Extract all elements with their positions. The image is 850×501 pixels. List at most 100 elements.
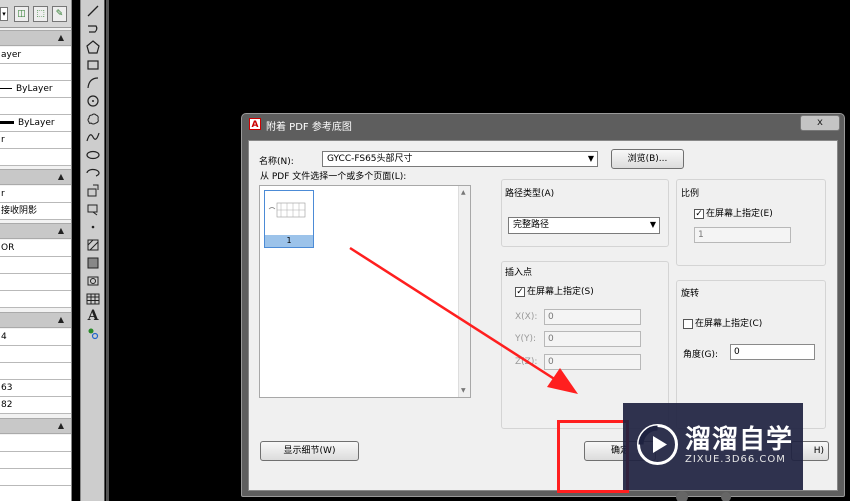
misc-section-header[interactable]: ▲ — [0, 418, 71, 434]
select-objects-icon[interactable]: ⬚ — [33, 6, 48, 22]
circle-icon[interactable] — [85, 93, 101, 109]
property-row[interactable]: r — [0, 132, 71, 149]
property-row[interactable] — [0, 469, 71, 486]
y-field[interactable]: 0 — [544, 331, 641, 347]
polygon-icon[interactable] — [85, 39, 101, 55]
collapse-icon[interactable]: ▲ — [58, 421, 64, 430]
property-row[interactable] — [0, 64, 71, 81]
angle-field[interactable]: 0 — [730, 344, 815, 360]
revision-cloud-icon[interactable] — [85, 111, 101, 127]
checkbox-checked-icon[interactable]: ✓ — [515, 286, 525, 297]
property-row-linetype[interactable]: ByLayer — [0, 81, 71, 98]
quick-select-icon[interactable]: ✎ — [52, 6, 67, 22]
pages-label: 从 PDF 文件选择一个或多个页面(L): — [260, 172, 407, 182]
property-row[interactable] — [0, 486, 71, 501]
make-block-icon[interactable] — [85, 201, 101, 217]
property-row[interactable] — [0, 346, 71, 363]
insertion-specify-checkbox[interactable]: ✓ 在屏幕上指定(S) — [515, 284, 594, 297]
annotation-highlight-box — [557, 420, 629, 493]
z-label: Z(Z): — [515, 357, 538, 367]
region-icon[interactable] — [85, 273, 101, 289]
path-type-value: 完整路径 — [513, 220, 550, 230]
draw-toolbar: A — [80, 0, 105, 501]
collapse-icon[interactable]: ▲ — [58, 226, 64, 235]
3d-visual-section-header[interactable]: ▲ — [0, 169, 71, 185]
property-row[interactable] — [0, 435, 71, 452]
polyline-icon[interactable] — [85, 21, 101, 37]
path-type-combobox[interactable]: 完整路径 ▼ — [508, 217, 660, 234]
property-row-center-x[interactable]: 4 — [0, 329, 71, 346]
close-button[interactable]: x — [800, 115, 840, 131]
page-thumbnail[interactable]: 1 — [264, 190, 314, 248]
cad-workspace: ▾ ◫ ⬚ ✎ ▲ ayer ByLayer ByLayer r ▲ r 接收阴… — [0, 0, 850, 501]
property-row-material[interactable]: r — [0, 186, 71, 203]
insertion-point-label: 插入点 — [505, 268, 533, 278]
property-row[interactable] — [0, 452, 71, 469]
rectangle-icon[interactable] — [85, 57, 101, 73]
properties-palette: ▾ ◫ ⬚ ✎ ▲ ayer ByLayer ByLayer r ▲ r 接收阴… — [0, 0, 72, 501]
scroll-down-icon[interactable]: ▼ — [461, 387, 466, 394]
scale-specify-checkbox[interactable]: ✓ 在屏幕上指定(E) — [694, 206, 773, 219]
browse-button[interactable]: 浏览(B)... — [611, 149, 684, 169]
show-details-button[interactable]: 显示细节(W) — [260, 441, 359, 461]
collapse-icon[interactable]: ▲ — [58, 315, 64, 324]
table-icon[interactable] — [85, 291, 101, 307]
pdf-page-list[interactable]: 1 ▲ ▼ — [259, 185, 471, 398]
property-row-shadow[interactable]: 接收阴影 — [0, 203, 71, 220]
play-logo-icon — [637, 424, 678, 465]
property-row-lineweight[interactable]: ByLayer — [0, 115, 71, 132]
checkbox-unchecked-icon[interactable] — [683, 318, 693, 329]
gradient-icon[interactable] — [85, 255, 101, 271]
hatch-icon[interactable] — [85, 237, 101, 253]
rotation-specify-checkbox[interactable]: 在屏幕上指定(C) — [683, 316, 762, 329]
property-row[interactable] — [0, 257, 71, 274]
multiline-text-icon[interactable]: A — [85, 308, 101, 324]
dropdown-arrow-icon: ▼ — [587, 154, 594, 163]
property-row[interactable] — [0, 274, 71, 291]
name-value: GYCC-FS65头部尺寸 — [327, 154, 413, 164]
property-row[interactable] — [0, 291, 71, 308]
spline-icon[interactable] — [85, 129, 101, 145]
scroll-up-icon[interactable]: ▲ — [461, 189, 466, 196]
cursor-artifact — [676, 491, 731, 501]
scale-field[interactable]: 1 — [694, 227, 791, 243]
scale-label: 比例 — [681, 189, 700, 199]
x-label: X(X): — [515, 312, 538, 322]
dropdown-arrow-icon: ▼ — [649, 220, 656, 229]
point-icon[interactable] — [85, 219, 101, 235]
plot-style-section-header[interactable]: ▲ — [0, 223, 71, 239]
collapse-icon[interactable]: ▲ — [58, 172, 64, 181]
property-row-width[interactable]: 82 — [0, 397, 71, 414]
ellipse-arc-icon[interactable] — [85, 165, 101, 181]
property-row-layer[interactable]: ayer — [0, 47, 71, 64]
arc-icon[interactable] — [85, 75, 101, 91]
property-row[interactable] — [0, 363, 71, 380]
page-preview-image — [267, 195, 311, 230]
line-icon[interactable] — [85, 3, 101, 19]
property-row-height[interactable]: 63 — [0, 380, 71, 397]
view-section-header[interactable]: ▲ — [0, 312, 71, 328]
y-label: Y(Y): — [515, 334, 537, 344]
name-combobox[interactable]: GYCC-FS65头部尺寸 ▼ — [322, 151, 598, 167]
page-list-scrollbar[interactable]: ▲ ▼ — [458, 186, 470, 397]
property-row[interactable] — [0, 98, 71, 115]
page-number: 1 — [265, 235, 313, 247]
add-selected-icon[interactable] — [85, 325, 101, 341]
general-section-header[interactable]: ▲ — [0, 30, 71, 46]
watermark-url: ZIXUE.3D66.COM — [685, 454, 786, 465]
insert-block-icon[interactable] — [85, 183, 101, 199]
property-row[interactable] — [0, 149, 71, 166]
x-field[interactable]: 0 — [544, 309, 641, 325]
property-row-plotstyle[interactable]: OR — [0, 240, 71, 257]
dialog-titlebar[interactable]: A 附着 PDF 参考底图 x — [242, 114, 844, 136]
path-type-label: 路径类型(A) — [505, 189, 555, 199]
angle-label: 角度(G): — [683, 350, 719, 360]
collapse-icon[interactable]: ▲ — [58, 33, 64, 42]
object-type-dropdown[interactable]: ▾ — [0, 7, 8, 21]
ellipse-icon[interactable] — [85, 147, 101, 163]
name-label: 名称(N): — [259, 157, 294, 167]
toggle-pickadd-icon[interactable]: ◫ — [14, 6, 29, 22]
z-field[interactable]: 0 — [544, 354, 641, 370]
checkbox-checked-icon[interactable]: ✓ — [694, 208, 704, 219]
properties-toolbar: ▾ ◫ ⬚ ✎ — [0, 0, 71, 28]
